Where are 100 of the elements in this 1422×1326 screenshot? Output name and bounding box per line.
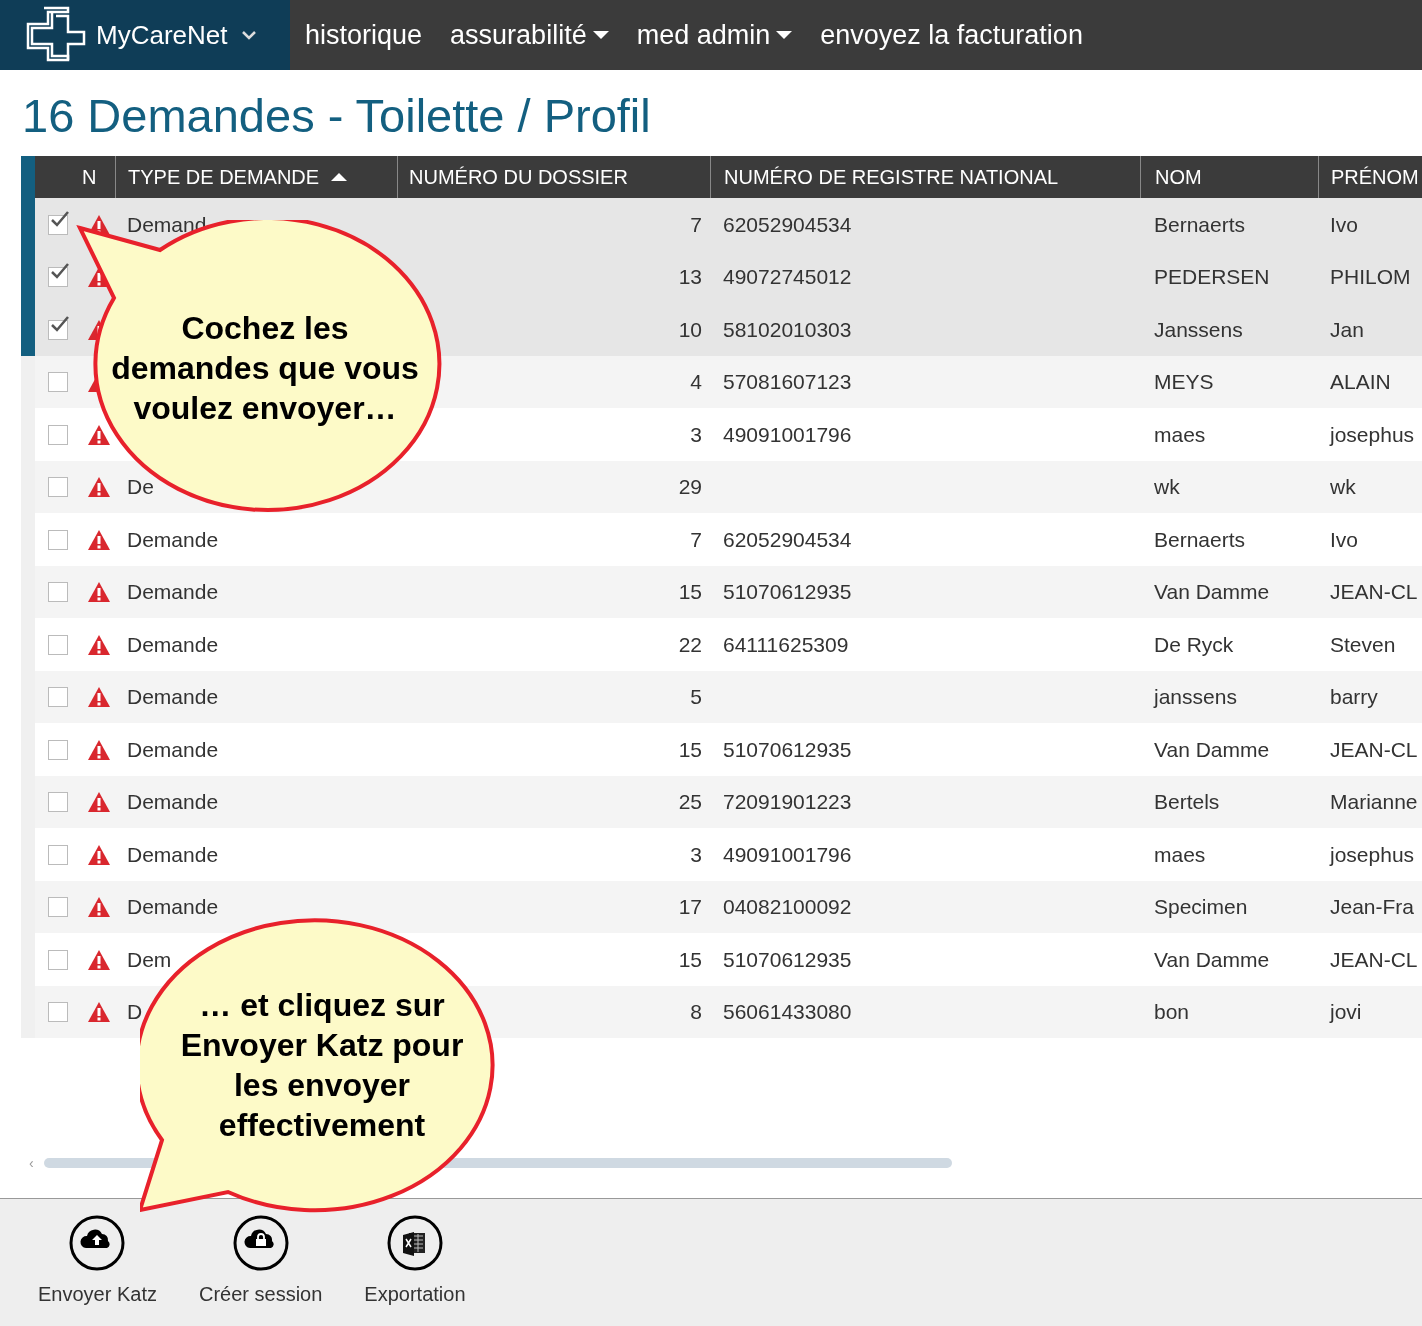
table-cell: 51070612935 — [723, 947, 852, 972]
column-header[interactable]: N — [82, 165, 97, 189]
checkbox[interactable] — [47, 949, 68, 970]
warning-icon — [87, 1001, 111, 1024]
warning-icon — [87, 633, 111, 656]
cloud-upload-icon — [69, 1215, 126, 1271]
callout-text: Cochez les demandes que vous voulez envoyer… — [111, 309, 419, 428]
table-cell: maes — [1154, 842, 1206, 867]
warning-icon — [87, 528, 111, 551]
table-cell: Van Damme — [1154, 947, 1270, 972]
checkbox[interactable] — [47, 529, 68, 550]
nav-menu-item[interactable]: historique — [305, 19, 423, 51]
table-cell: 4 — [690, 370, 702, 395]
table-cell: 51070612935 — [723, 580, 852, 605]
table-cell: Ivo — [1330, 212, 1358, 237]
table-cell: Bernaerts — [1154, 212, 1246, 237]
table-cell: 56061433080 — [723, 1000, 852, 1025]
checkbox[interactable] — [47, 214, 68, 235]
table-cell: josephus — [1330, 422, 1415, 447]
table-cell: Steven — [1330, 632, 1396, 657]
table-cell: 15 — [678, 947, 702, 972]
cloud-lock-icon — [232, 1215, 289, 1271]
table-cell: barry — [1330, 685, 1378, 710]
table-cell: 15 — [678, 580, 702, 605]
checkbox[interactable] — [47, 687, 68, 708]
table-cell: Demande — [127, 632, 219, 657]
column-header[interactable]: TYPE DE DEMANDE — [128, 165, 320, 189]
table-cell: 49091001796 — [723, 842, 852, 867]
column-header[interactable]: PRÉNOM — [1331, 165, 1419, 189]
table-cell: Demande — [127, 737, 219, 762]
sort-icon[interactable] — [331, 173, 348, 182]
table-cell: jovi — [1330, 1000, 1362, 1025]
caret-icon[interactable] — [776, 31, 793, 39]
callout-text: … et cliquez sur Envoyer Katz pour les envoyer effectivement — [180, 986, 464, 1145]
warning-icon — [87, 896, 111, 919]
checkbox[interactable] — [47, 844, 68, 865]
warning-icon — [87, 581, 111, 604]
table-cell: Bernaerts — [1154, 527, 1246, 552]
warning-icon — [87, 738, 111, 761]
nav-menu-item[interactable]: med admin — [636, 19, 793, 51]
table-cell: 17 — [678, 895, 702, 920]
table-cell: Specimen — [1154, 895, 1248, 920]
checkbox[interactable] — [47, 634, 68, 655]
toolbar-button[interactable]: Envoyer Katz — [30, 1215, 165, 1306]
table-cell: 72091901223 — [723, 790, 852, 815]
table-cell: bon — [1154, 1000, 1190, 1025]
table-cell: MEYS — [1154, 370, 1214, 395]
warning-icon — [87, 686, 111, 709]
warning-icon — [87, 948, 111, 971]
table-cell: 5 — [690, 685, 702, 710]
checkbox[interactable] — [47, 477, 68, 498]
checkbox[interactable] — [47, 792, 68, 813]
warning-icon — [87, 791, 111, 814]
table-cell: 13 — [678, 265, 702, 290]
chevron-icon[interactable] — [241, 29, 258, 41]
table-cell: 57081607123 — [723, 370, 852, 395]
table-cell: Janssens — [1154, 317, 1243, 342]
checkbox[interactable] — [47, 319, 68, 340]
warning-icon — [87, 843, 111, 866]
table-cell: janssens — [1154, 685, 1237, 710]
table-cell: Demande — [127, 527, 219, 552]
caret-icon[interactable] — [592, 31, 609, 39]
table-cell: JEAN-CL — [1330, 737, 1418, 762]
table-cell: 10 — [678, 317, 702, 342]
table-cell: 62052904534 — [723, 527, 852, 552]
table-cell: 51070612935 — [723, 737, 852, 762]
table-cell: PHILOM — [1330, 265, 1411, 290]
checkbox[interactable] — [47, 424, 68, 445]
table-cell: 49072745012 — [723, 265, 852, 290]
column-header[interactable]: NUMÉRO DU DOSSIER — [409, 165, 628, 189]
brand-link[interactable]: MyCareNet — [96, 19, 228, 51]
table-cell: Marianne — [1330, 790, 1418, 815]
nav-menu-item[interactable]: envoyez la facturation — [820, 19, 1083, 51]
table-cell: wk — [1154, 475, 1180, 500]
table-cell: Bertels — [1154, 790, 1220, 815]
table-cell: PEDERSEN — [1154, 265, 1270, 290]
table-cell: Demande — [127, 842, 219, 867]
nav-menu-item[interactable]: assurabilité — [450, 19, 609, 51]
checkbox[interactable] — [47, 372, 68, 393]
table-cell: Jan — [1330, 317, 1364, 342]
table-cell: 3 — [690, 422, 702, 447]
table-cell: Ivo — [1330, 527, 1358, 552]
table-cell: 49091001796 — [723, 422, 852, 447]
column-header[interactable]: NUMÉRO DE REGISTRE NATIONAL — [724, 165, 1059, 189]
checkbox[interactable] — [47, 1002, 68, 1023]
table-cell: 22 — [678, 632, 702, 657]
table-cell: Van Damme — [1154, 737, 1270, 762]
table-cell: 29 — [678, 475, 702, 500]
checkbox[interactable] — [47, 582, 68, 603]
table-cell: Van Damme — [1154, 580, 1270, 605]
table-cell: 58102010303 — [723, 317, 852, 342]
table-cell: Dem — [127, 947, 172, 972]
table-cell: JEAN-CL — [1330, 947, 1418, 972]
toolbar-button[interactable]: Exportation — [356, 1215, 474, 1306]
checkbox[interactable] — [47, 897, 68, 918]
toolbar-button[interactable]: Créer session — [190, 1215, 331, 1306]
column-header[interactable]: NOM — [1155, 165, 1202, 189]
checkbox[interactable] — [47, 739, 68, 760]
table-cell: josephus — [1330, 842, 1415, 867]
table-cell: 25 — [678, 790, 702, 815]
